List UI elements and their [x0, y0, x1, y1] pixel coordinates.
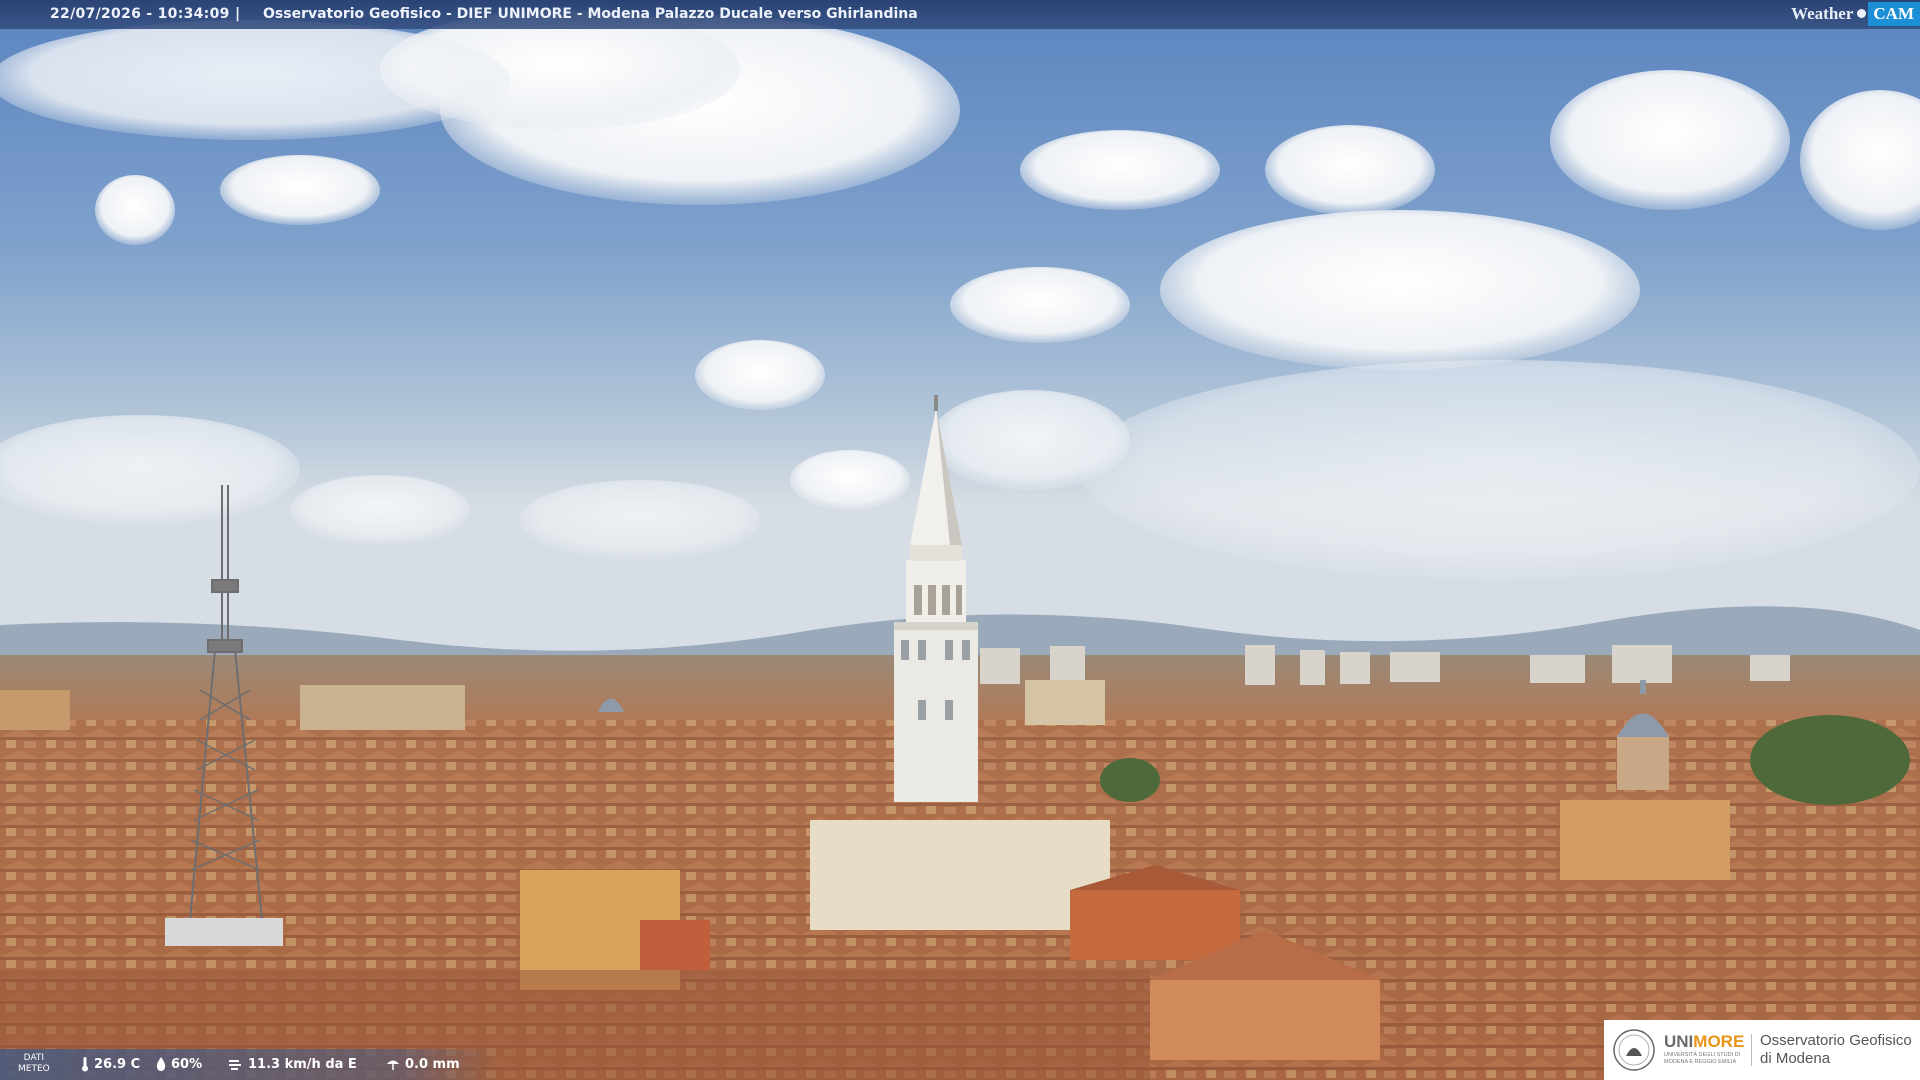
observatory-line1: Osservatorio Geofisico	[1760, 1032, 1912, 1049]
weathercam-logo[interactable]: Weather CAM	[1791, 0, 1920, 27]
thermometer-icon	[82, 1057, 88, 1072]
wind-icon	[229, 1060, 241, 1070]
weather-data-label-line2: METEO	[18, 1064, 50, 1074]
weathercam-dot-icon	[1857, 9, 1867, 18]
timestamp: 22/07/2026 - 10:34:09	[50, 6, 230, 22]
humidity-reading: 60%	[155, 1056, 202, 1072]
tower-base-cabin	[165, 918, 283, 946]
webcam-panorama	[0, 0, 1920, 1080]
rain-reading: 0.0 mm	[385, 1056, 460, 1072]
unimore-suffix: MORE	[1693, 1032, 1745, 1051]
wind-value: 11.3 km/h da E	[248, 1056, 357, 1072]
observatory-line2: di Modena	[1760, 1050, 1831, 1067]
unimore-prefix: UNI	[1664, 1032, 1694, 1051]
temperature-value: 26.9 C	[94, 1056, 141, 1072]
logo-divider	[1751, 1034, 1752, 1066]
rain-icon	[387, 1060, 399, 1070]
caption-bar: 22/07/2026 - 10:34:09 | Osservatorio Geo…	[0, 0, 1920, 29]
camera-title: Osservatorio Geofisico - DIEF UNIMORE - …	[263, 6, 918, 22]
weather-data-label-line1: DATI	[23, 1053, 45, 1063]
weathercam-logo-cam: CAM	[1868, 1, 1920, 26]
humidity-icon	[156, 1057, 166, 1071]
wind-reading: 11.3 km/h da E	[228, 1056, 357, 1072]
weather-data-label: DATI METEO	[18, 1053, 50, 1075]
university-seal-icon	[1613, 1029, 1655, 1071]
caption-separator: |	[235, 6, 241, 22]
unimore-wordmark: UNIMORE	[1664, 1032, 1744, 1052]
unimore-subtitle: UNIVERSITÀ DEGLI STUDI DI MODENA E REGGI…	[1664, 1052, 1741, 1065]
weather-data-strip: DATI METEO 26.9 C 60% 11.3 km/h da E 0.0…	[0, 1049, 500, 1080]
temperature-reading: 26.9 C	[80, 1056, 140, 1072]
rain-value: 0.0 mm	[405, 1056, 460, 1072]
weathercam-logo-weather: Weather	[1791, 4, 1854, 23]
observatory-name: Osservatorio Geofisico di Modena	[1760, 1032, 1912, 1068]
unimore-logo-panel[interactable]: UNIMORE UNIVERSITÀ DEGLI STUDI DI MODENA…	[1604, 1020, 1920, 1080]
humidity-value: 60%	[171, 1056, 203, 1072]
